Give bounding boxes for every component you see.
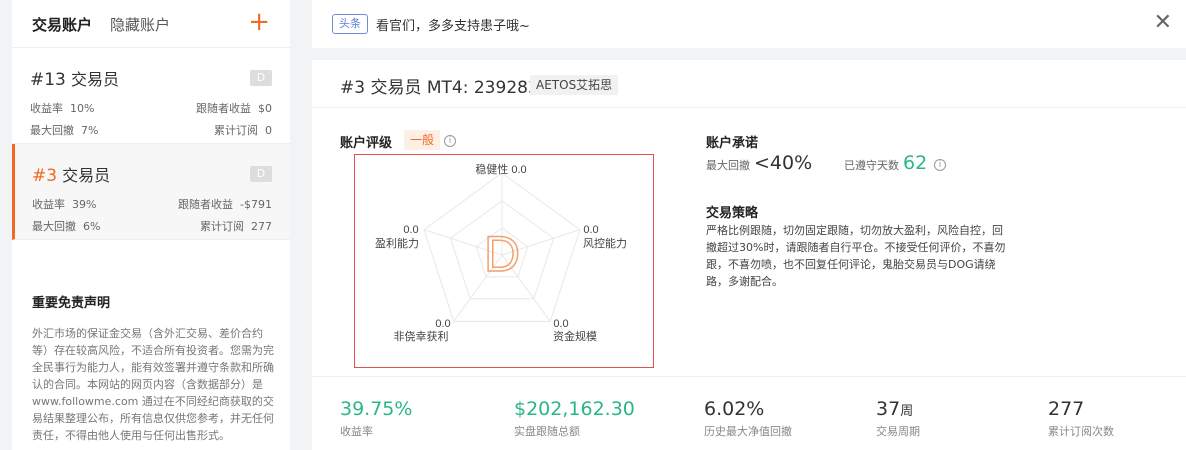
stat-max-drawdown: 6.02% 历史最大净值回撤 bbox=[704, 398, 792, 438]
disclaimer-text: 外汇市场的保证金交易（含外汇交易、差价合约等）存在较高风险，不适合所有投资者。您… bbox=[32, 327, 274, 442]
info-icon[interactable]: i bbox=[934, 159, 946, 171]
tab-hidden-accounts[interactable]: 隐藏账户 bbox=[110, 14, 170, 35]
tab-trading-accounts[interactable]: 交易账户 bbox=[32, 14, 92, 35]
commitment-drawdown: 最大回撤 <40% bbox=[706, 152, 813, 174]
close-icon[interactable]: ✕ bbox=[1154, 10, 1172, 35]
trader-detail-card: #3 交易员 MT4: 239283 AETOS艾拓思 账户评级 一般 i D … bbox=[312, 60, 1186, 450]
page: 交易账户 隐藏账户 + #13 交易员 D 收益率 10% 跟随者收益 $0 最… bbox=[0, 0, 1186, 450]
stat-follow-total: $202,162.30 实盘跟随总额 bbox=[514, 398, 635, 438]
account-card-13[interactable]: #13 交易员 D 收益率 10% 跟随者收益 $0 最大回撤 7% 累计订阅 … bbox=[12, 48, 290, 144]
divider bbox=[312, 376, 1186, 377]
commitment-title: 账户承诺 bbox=[706, 136, 759, 151]
axis-value-nonluck: 0.0 bbox=[435, 318, 450, 330]
axis-label-risk: 风控能力 bbox=[583, 236, 627, 250]
axis-label-nonluck: 非侥幸获利 bbox=[394, 329, 449, 343]
notice-text[interactable]: 看官们，多多支持患子哦~ bbox=[376, 15, 530, 34]
level-badge: D bbox=[250, 70, 272, 86]
level-badge: D bbox=[250, 166, 272, 182]
radar-chart: D 稳健性 0.0 0.0 风控能力 0.0 资金规模 0.0 非侥幸获利 0.… bbox=[375, 162, 627, 343]
axis-value-capital: 0.0 bbox=[553, 318, 568, 330]
axis-label-capital: 资金规模 bbox=[553, 329, 597, 343]
axis-label-stability: 稳健性 0.0 bbox=[475, 162, 526, 176]
trader-header: #3 交易员 MT4: 239283 AETOS艾拓思 bbox=[312, 60, 1186, 108]
stat-trade-period: 37周 交易周期 bbox=[876, 398, 920, 438]
broker-tag[interactable]: AETOS艾拓思 bbox=[530, 75, 619, 95]
notice-tag: 头条 bbox=[332, 14, 368, 34]
account-tabs: 交易账户 隐藏账户 + bbox=[12, 0, 290, 48]
account-card-3[interactable]: #3 交易员 D 收益率 39% 跟随者收益 -$791 最大回撤 6% 累计订… bbox=[12, 144, 290, 240]
plus-icon[interactable]: + bbox=[248, 8, 270, 36]
axis-value-risk: 0.0 bbox=[583, 224, 598, 236]
axis-label-profit: 盈利能力 bbox=[375, 236, 419, 250]
grade-letter: D bbox=[484, 226, 520, 282]
strategy-text: 严格比例跟随，切勿固定跟随，切勿放大盈利，风险自控，回撤超过30%时，请跟随者自… bbox=[706, 224, 1006, 288]
account-row-drawdown: 最大回撤 7% 累计订阅 0 bbox=[30, 124, 272, 137]
disclaimer-title: 重要免责声明 bbox=[32, 296, 111, 311]
info-icon[interactable]: i bbox=[444, 135, 456, 147]
stat-subscriptions: 277 累计订阅次数 bbox=[1048, 398, 1114, 438]
sidebar: 交易账户 隐藏账户 + #13 交易员 D 收益率 10% 跟随者收益 $0 最… bbox=[12, 0, 290, 450]
rating-label: 账户评级 bbox=[340, 136, 393, 151]
account-row-return: 收益率 10% 跟随者收益 $0 bbox=[30, 102, 272, 115]
account-title: #13 交易员 bbox=[30, 70, 119, 90]
axis-value-profit: 0.0 bbox=[403, 224, 418, 236]
account-title: #3 交易员 bbox=[32, 166, 111, 186]
account-row-drawdown: 最大回撤 6% 累计订阅 277 bbox=[32, 220, 272, 233]
account-row-return: 收益率 39% 跟随者收益 -$791 bbox=[32, 198, 272, 211]
disclaimer: 重要免责声明 外汇市场的保证金交易（含外汇交易、差价合约等）存在较高风险，不适合… bbox=[32, 292, 278, 444]
notice-bar: 头条 看官们，多多支持患子哦~ ✕ bbox=[312, 0, 1186, 48]
trader-title: #3 交易员 MT4: 239283 bbox=[340, 78, 539, 98]
rating-badge: 一般 bbox=[404, 130, 441, 150]
stat-return: 39.75% 收益率 bbox=[340, 398, 413, 438]
commitment-days: 已遵守天数 62 bbox=[844, 152, 928, 174]
strategy-title: 交易策略 bbox=[706, 206, 759, 221]
rating-radar: D 稳健性 0.0 0.0 风控能力 0.0 资金规模 0.0 非侥幸获利 0.… bbox=[354, 154, 654, 368]
